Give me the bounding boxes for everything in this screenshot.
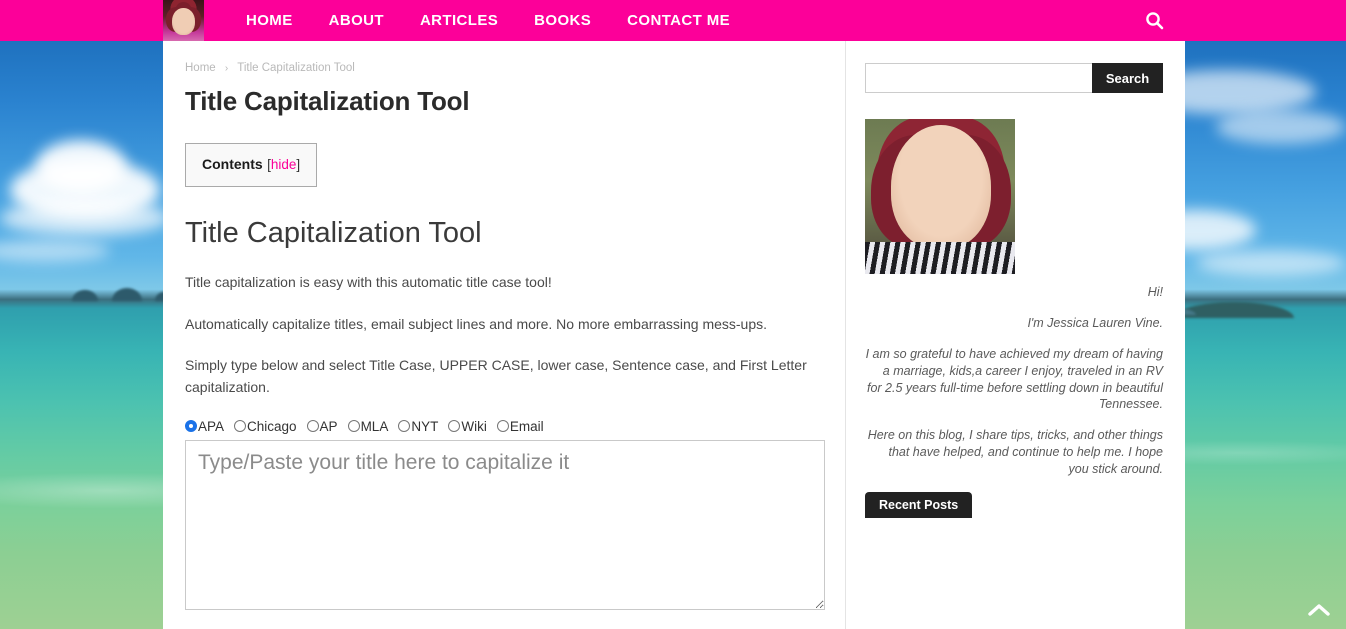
nav-item-books[interactable]: BOOKS <box>516 0 609 41</box>
main-content-column: Home › Title Capitalization Tool Title C… <box>163 41 845 629</box>
recent-posts-tab[interactable]: Recent Posts <box>865 491 973 518</box>
bio-paragraph: Here on this blog, I share tips, tricks,… <box>867 428 1163 476</box>
sidebar-search-form: Search <box>865 63 1163 93</box>
radio-label-email: Email <box>509 418 544 434</box>
article-paragraph: Title capitalization is easy with this a… <box>185 274 552 290</box>
radio-option-apa[interactable]: APA <box>185 419 230 434</box>
chevron-up-icon <box>1308 604 1330 616</box>
cloud-decoration <box>0 200 170 236</box>
sidebar: Search Hi! I'm Jessica Lauren Vine. I am… <box>846 41 1185 629</box>
scroll-to-top-button[interactable] <box>1302 595 1336 625</box>
radio-label-chicago: Chicago <box>247 418 297 434</box>
main-navigation: HOME ABOUT ARTICLES BOOKS CONTACT ME <box>228 0 748 41</box>
nav-item-articles[interactable]: ARTICLES <box>402 0 516 41</box>
article-paragraph: Automatically capitalize titles, email s… <box>185 315 768 332</box>
search-icon[interactable] <box>1134 0 1174 41</box>
bio-name: I'm Jessica Lauren Vine. <box>1027 315 1163 330</box>
radio-label-mla: MLA <box>360 418 389 434</box>
author-avatar-logo[interactable] <box>163 0 204 41</box>
breadcrumb-separator: › <box>224 63 229 74</box>
radio-option-ap[interactable]: AP <box>306 418 344 434</box>
radio-option-chicago[interactable]: Chicago <box>234 419 303 434</box>
cloud-decoration <box>1216 110 1346 144</box>
bio-greeting: Hi! <box>1147 285 1163 299</box>
breadcrumb: Home › Title Capitalization Tool <box>185 62 815 74</box>
nav-item-about[interactable]: ABOUT <box>311 0 402 41</box>
author-portrait-photo <box>865 119 1015 274</box>
site-header: HOME ABOUT ARTICLES BOOKS CONTACT ME <box>0 0 1346 41</box>
radio-option-email[interactable]: Email <box>496 418 550 434</box>
radio-label-nyt: NYT <box>411 418 439 434</box>
radio-dot-ap[interactable] <box>306 420 319 433</box>
radio-label-apa: APA <box>198 418 225 434</box>
radio-dot-mla[interactable] <box>347 420 360 433</box>
table-of-contents-box: Contents [hide] <box>185 143 318 187</box>
title-input-textarea[interactable] <box>185 439 825 610</box>
radio-label-wiki: Wiki <box>461 418 487 434</box>
island-decoration <box>1174 302 1294 318</box>
style-guide-radio-group: APA Chicago AP MLA NYT Wiki Email <box>185 419 815 434</box>
island-decoration <box>72 290 98 301</box>
search-input[interactable] <box>865 63 1092 93</box>
toc-hide-link[interactable]: hide <box>271 157 297 172</box>
cloud-decoration <box>1196 250 1346 276</box>
breadcrumb-current: Title Capitalization Tool <box>237 62 355 74</box>
bio-paragraph: I am so grateful to have achieved my dre… <box>865 346 1163 412</box>
breadcrumb-home[interactable]: Home <box>185 62 216 74</box>
radio-option-nyt[interactable]: NYT <box>398 419 444 434</box>
radio-dot-email[interactable] <box>496 420 509 433</box>
article-paragraph: Simply type below and select Title Case,… <box>185 357 807 396</box>
nav-item-home[interactable]: HOME <box>228 0 311 41</box>
cloud-decoration <box>36 140 126 192</box>
radio-dot-chicago[interactable] <box>234 420 247 433</box>
page-container: Home › Title Capitalization Tool Title C… <box>163 41 1185 629</box>
search-button[interactable]: Search <box>1092 63 1163 93</box>
cloud-decoration <box>0 240 110 262</box>
radio-option-mla[interactable]: MLA <box>347 418 395 434</box>
radio-label-ap: AP <box>319 418 338 434</box>
nav-item-contact-me[interactable]: CONTACT ME <box>609 0 748 41</box>
toc-label: Contents <box>202 156 263 172</box>
radio-option-wiki[interactable]: Wiki <box>448 419 493 434</box>
article-heading: Title Capitalization Tool <box>185 217 482 249</box>
radio-dot-apa[interactable] <box>185 420 197 433</box>
toc-bracket-close: ] <box>296 157 301 172</box>
radio-dot-nyt[interactable] <box>398 420 411 433</box>
page-title: Title Capitalization Tool <box>185 86 470 116</box>
radio-dot-wiki[interactable] <box>448 420 461 433</box>
island-decoration <box>112 288 142 301</box>
